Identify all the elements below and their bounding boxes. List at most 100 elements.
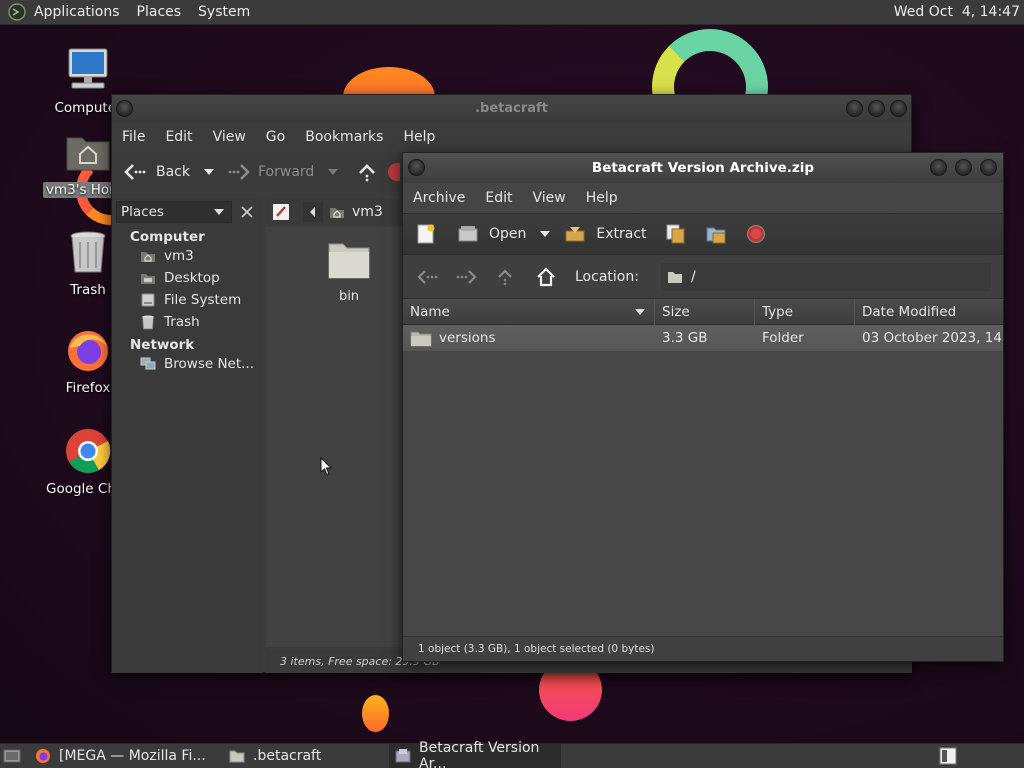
workspace-switcher-icon[interactable] [938,747,958,765]
folder-icon [328,243,370,279]
back-button[interactable]: Back [122,161,190,183]
places-header: Places [112,199,262,225]
wallpaper-small-blob [362,695,389,732]
row-type: Folder [762,330,804,346]
taskbar-label: Betacraft Version Ar... [419,740,540,768]
edit-location-icon[interactable] [270,201,292,223]
window-title: Betacraft Version Archive.zip [591,160,815,176]
menu-help[interactable]: Help [393,129,445,145]
menu-archive[interactable]: Archive [403,190,475,206]
minimize-button[interactable] [846,100,863,117]
chrome-icon [66,429,111,473]
column-header-name[interactable]: Name [403,298,655,325]
location-field[interactable]: / [660,262,991,291]
distro-logo-icon[interactable] [8,3,26,21]
column-header-date-modified[interactable]: Date Modified [855,299,1003,325]
taskbar-item-archive-manager[interactable]: Betacraft Version Ar... [389,740,561,768]
maximize-button[interactable] [955,159,972,176]
sidebar-item-desktop[interactable]: Desktop [112,267,262,289]
menu-applications[interactable]: Applications [34,4,120,20]
home-icon[interactable] [535,266,557,288]
sidebar-item-label: Browse Net... [164,356,255,372]
sidebar-item-trash[interactable]: Trash [112,311,262,333]
archive-manager-window[interactable]: Betacraft Version Archive.zip Archive Ed… [402,152,1004,662]
places-combo[interactable]: Places [116,201,232,223]
folder-icon [229,750,245,763]
column-header-label: Type [762,303,794,320]
column-header-size[interactable]: Size [655,298,755,325]
trash-icon [70,231,106,273]
forward-history-dropdown-icon[interactable] [326,167,340,177]
places-sidebar: Places Computer vm3 Desktop File System … [112,199,262,673]
forward-arrow-icon[interactable] [455,267,479,287]
back-history-dropdown-icon[interactable] [202,167,216,177]
show-desktop-icon[interactable] [3,748,21,764]
menu-help[interactable]: Help [576,190,628,206]
table-row[interactable]: versions 3.3 GB Folder 03 October 2023, … [403,325,1003,351]
column-header-type[interactable]: Type [755,298,855,325]
clock[interactable]: Wed Oct 4, 14:47 [894,4,1020,20]
menu-system[interactable]: System [198,4,250,20]
file-item-bin[interactable]: bin [324,239,374,304]
taskbar-item-betacraft[interactable]: .betacraft [223,744,389,768]
menu-go[interactable]: Go [256,129,295,145]
sidebar-item-browse-network[interactable]: Browse Net... [112,353,262,375]
column-header-label: Date Modified [862,303,957,320]
new-archive-icon[interactable] [415,223,437,245]
menu-edit[interactable]: Edit [155,129,202,145]
window-menu-button[interactable] [116,100,133,117]
close-button[interactable] [980,159,997,176]
mouse-pointer-icon [320,457,333,476]
close-button[interactable] [890,100,907,117]
path-crumb-vm3[interactable]: vm3 [328,204,383,220]
sidebar-item-label: Desktop [164,270,220,286]
path-scroll-left-icon[interactable] [302,201,324,223]
back-arrow-icon[interactable] [415,267,439,287]
trash-icon [142,315,154,330]
add-files-icon[interactable] [665,223,687,245]
open-dropdown-icon[interactable] [538,229,552,239]
home-icon [330,208,344,218]
up-arrow-icon[interactable] [356,161,378,183]
menu-view[interactable]: View [203,129,256,145]
open-archive-icon [458,226,478,242]
file-list-empty-area[interactable] [403,351,1003,636]
row-size: 3.3 GB [662,330,708,346]
menu-file[interactable]: File [112,129,155,145]
add-folder-icon[interactable] [705,223,727,245]
sidebar-heading-computer: Computer [130,229,205,245]
menu-edit[interactable]: Edit [475,190,522,206]
close-sidebar-icon[interactable] [236,202,258,222]
window-menu-button[interactable] [408,159,425,176]
up-arrow-icon[interactable] [495,267,515,287]
titlebar[interactable]: .betacraft [112,95,911,122]
menu-places[interactable]: Places [137,4,182,20]
sidebar-item-label: File System [164,292,242,308]
open-button[interactable]: Open [457,223,526,245]
location-bar: Location: / [403,255,1003,299]
extract-button[interactable]: Extract [564,223,647,245]
places-combo-label: Places [121,204,164,220]
folder-icon [410,331,432,347]
stop-icon[interactable] [386,161,401,183]
toolbar: Open Extract [403,213,1003,255]
sidebar-item-label: Trash [164,314,200,330]
menu-bookmarks[interactable]: Bookmarks [295,129,393,145]
forward-arrow-icon [228,164,250,180]
firefox-icon [36,749,50,763]
sidebar-item-file-system[interactable]: File System [112,289,262,311]
firefox-icon [68,331,108,371]
titlebar[interactable]: Betacraft Version Archive.zip [403,153,1003,183]
forward-button[interactable]: Forward [228,161,314,183]
drive-icon [141,293,155,307]
sidebar-heading-network: Network [130,337,195,353]
stop-icon[interactable] [745,223,767,245]
network-icon [140,357,156,370]
minimize-button[interactable] [930,159,947,176]
archive-manager-icon [395,749,411,763]
sidebar-item-vm3[interactable]: vm3 [112,245,262,267]
menu-view[interactable]: View [523,190,576,206]
taskbar-item-firefox[interactable]: [MEGA — Mozilla Fi... [29,744,223,768]
menubar: File Edit View Go Bookmarks Help [112,122,911,152]
maximize-button[interactable] [868,100,885,117]
